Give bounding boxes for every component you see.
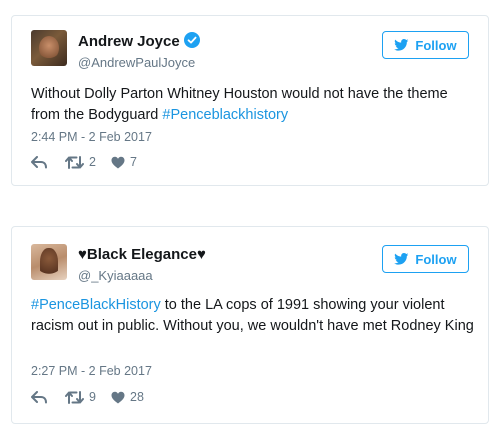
timestamp[interactable]: 2:44 PM - 2 Feb 2017 bbox=[31, 130, 152, 144]
author-handle[interactable]: @_Kyiaaaaa bbox=[78, 268, 153, 283]
reply-icon bbox=[31, 390, 47, 404]
tweet-text: Without Dolly Parton Whitney Houston wou… bbox=[31, 84, 476, 126]
avatar[interactable] bbox=[31, 244, 67, 280]
hashtag-link[interactable]: #Penceblаckhistory bbox=[162, 107, 288, 123]
retweet-button[interactable]: 2 bbox=[65, 155, 111, 169]
retweet-count: 2 bbox=[89, 155, 96, 169]
author-name[interactable]: ♥Black Elegance♥ bbox=[78, 246, 206, 263]
tweet-card: Andrew Joyce @AndrewPaulJoyce Follow Wit… bbox=[11, 15, 489, 186]
like-button[interactable]: 7 bbox=[111, 155, 137, 169]
like-button[interactable]: 28 bbox=[111, 390, 144, 404]
twitter-bird-icon bbox=[394, 39, 409, 51]
reply-icon bbox=[31, 155, 47, 169]
reply-button[interactable] bbox=[31, 390, 65, 404]
retweet-icon bbox=[65, 390, 84, 404]
retweet-icon bbox=[65, 155, 84, 169]
tweet-text: #PenceBlackHistory to the LA cops of 199… bbox=[31, 295, 476, 337]
follow-button[interactable]: Follow bbox=[382, 245, 469, 273]
follow-button[interactable]: Follow bbox=[382, 31, 469, 59]
author-handle[interactable]: @AndrewPaulJoyce bbox=[78, 55, 195, 70]
like-count: 7 bbox=[130, 155, 137, 169]
heart-icon bbox=[111, 391, 125, 404]
heart-icon bbox=[111, 156, 125, 169]
avatar[interactable] bbox=[31, 30, 67, 66]
tweet-actions: 9 28 bbox=[31, 390, 144, 404]
retweet-count: 9 bbox=[89, 390, 96, 404]
author-name-text[interactable]: Andrew Joyce bbox=[78, 33, 180, 50]
reply-button[interactable] bbox=[31, 155, 65, 169]
follow-label: Follow bbox=[415, 251, 457, 267]
tweet-actions: 2 7 bbox=[31, 155, 137, 169]
timestamp[interactable]: 2:27 PM - 2 Feb 2017 bbox=[31, 364, 152, 378]
hashtag-link[interactable]: #PenceBlackHistory bbox=[31, 297, 161, 313]
like-count: 28 bbox=[130, 390, 144, 404]
twitter-bird-icon bbox=[394, 253, 409, 265]
follow-label: Follow bbox=[415, 37, 457, 53]
verified-badge-icon bbox=[183, 32, 200, 48]
retweet-button[interactable]: 9 bbox=[65, 390, 111, 404]
author-name-text[interactable]: ♥Black Elegance♥ bbox=[78, 246, 206, 263]
tweet-card: ♥Black Elegance♥ @_Kyiaaaaa Follow #Penc… bbox=[11, 226, 489, 424]
author-name[interactable]: Andrew Joyce bbox=[78, 32, 200, 50]
